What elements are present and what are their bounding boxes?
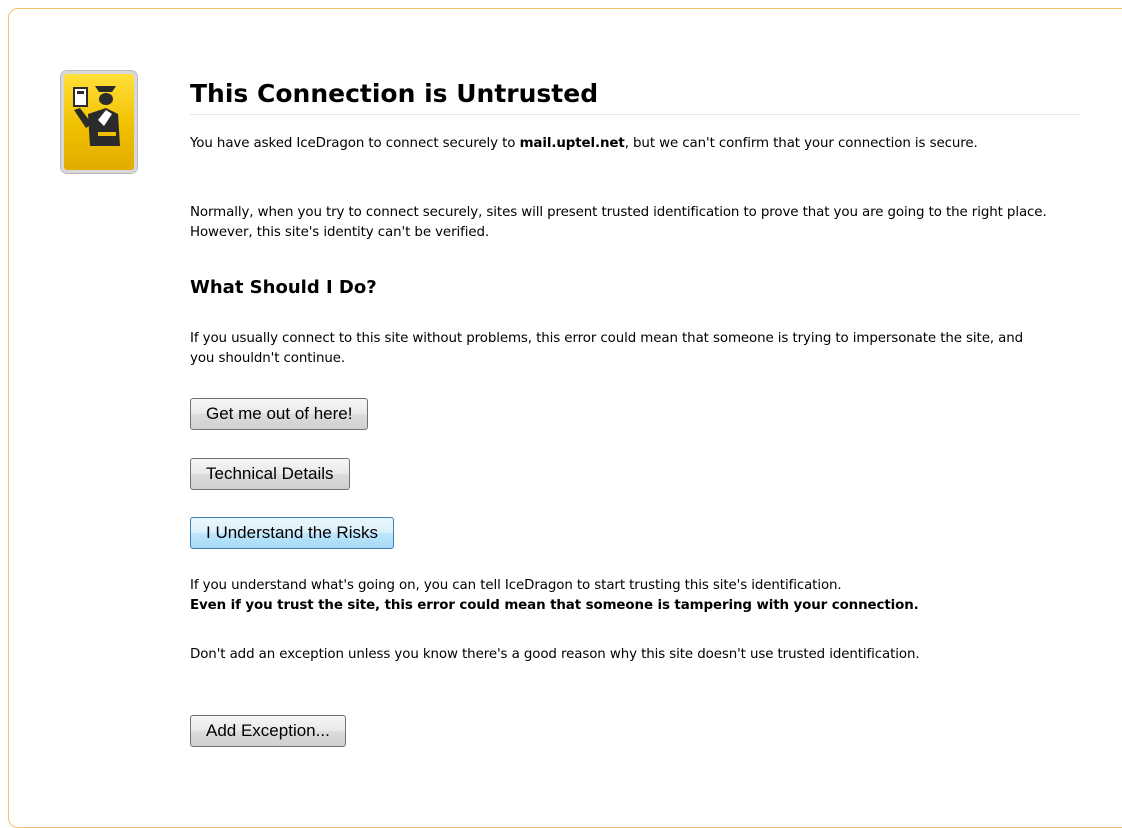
risk-paragraph: If you understand what's going on, you c… — [190, 576, 1080, 616]
intro-before: You have asked IceDragon to connect secu… — [190, 136, 520, 151]
get-me-out-button[interactable]: Get me out of here! — [190, 398, 369, 430]
what-text: If you usually connect to this site with… — [190, 331, 1024, 366]
what-should-i-do-heading: What Should I Do? — [190, 277, 377, 298]
error-page-frame — [8, 8, 1122, 828]
host-name: mail.uptel.net — [519, 136, 625, 151]
technical-details-button[interactable]: Technical Details — [190, 458, 350, 490]
risk-text: If you understand what's going on, you c… — [190, 578, 842, 593]
security-officer-icon — [61, 71, 137, 173]
add-exception-button[interactable]: Add Exception... — [190, 715, 346, 747]
risk-bold: Even if you trust the site, this error c… — [190, 598, 919, 613]
exception-paragraph: Don't add an exception unless you know t… — [190, 647, 920, 662]
understand-risks-button[interactable]: I Understand the Risks — [190, 517, 394, 549]
page-title: This Connection is Untrusted — [190, 76, 1080, 115]
intro-after: , but we can't confirm that your connect… — [624, 136, 978, 151]
intro-paragraph: You have asked IceDragon to connect secu… — [190, 134, 1030, 154]
normally-paragraph: Normally, when you try to connect secure… — [190, 205, 1047, 240]
